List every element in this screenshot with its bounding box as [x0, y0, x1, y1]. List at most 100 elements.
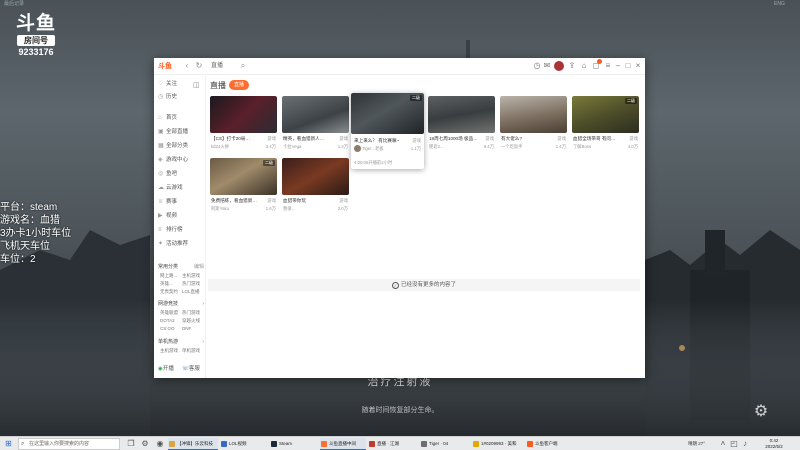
category-link[interactable]: 单机游戏 [182, 347, 200, 354]
stream-thumbnail[interactable] [428, 96, 495, 133]
settings-gear-icon[interactable]: ⚙ [140, 439, 150, 449]
category-link[interactable]: 热门游戏 [182, 309, 200, 316]
stream-thumbnail[interactable] [500, 96, 567, 133]
stream-card[interactable]: 【CS】打卡20局… 游戏 kd24火拼 3.4万 [210, 96, 277, 152]
category-link[interactable]: 主机游戏 [182, 272, 200, 279]
chrome-icon[interactable]: ◉ [155, 439, 165, 449]
user-avatar[interactable] [554, 61, 564, 71]
system-clock[interactable]: 0:42 2022/5/2 [760, 438, 788, 450]
sidebar-item-label: 鱼吧 [166, 171, 178, 177]
group-edit-link[interactable]: 编辑 [194, 263, 204, 271]
customer-service-button[interactable]: ☏客服 [182, 364, 200, 374]
taskbar-app-label: Tiger · 04 [429, 441, 449, 446]
category-link[interactable]: 热门游戏 [182, 280, 200, 287]
sidebar-item-fish-bar[interactable]: ◎ 鱼吧 [158, 169, 204, 179]
sidebar-item-home[interactable]: ⌂ 首页 [158, 113, 204, 123]
back-icon[interactable]: ‹ [182, 61, 192, 71]
volume-icon[interactable]: ♪ [740, 439, 750, 449]
level-tag: 二级 [410, 95, 422, 101]
stream-category: 游戏 [557, 136, 566, 141]
stream-card[interactable]: 有大佬么? 游戏 一个吃饭手 1.4万 [500, 96, 567, 152]
taskbar-app[interactable]: 直播 · 江湖 [368, 438, 416, 450]
task-view-icon[interactable]: ❐ [126, 439, 136, 449]
close-icon[interactable]: × [633, 61, 643, 71]
group-more-link[interactable]: › [202, 338, 204, 346]
heat-count: 9.4万 [483, 144, 494, 149]
taskbar-app[interactable]: LOL视频 [220, 438, 268, 450]
sidebar-item-esports[interactable]: ♕ 赛事 [158, 197, 204, 207]
sidebar-item-follow[interactable]: ♡ 关注 [158, 79, 204, 89]
sidebar-item-label: 游戏中心 [166, 157, 189, 163]
message-icon[interactable]: ✉ [542, 61, 552, 71]
taskbar-app[interactable]: Tiger · 04 [420, 438, 468, 450]
taskbar-search-input[interactable]: ⌕ 在这里输入你要搜索的内容 [18, 438, 120, 450]
gear-icon[interactable]: ⚙ [752, 403, 770, 421]
end-of-list-notice: ✓ 已经没有更多的内容了 [208, 279, 640, 291]
stream-card[interactable]: 二级 免费陪练，看血猎新… 游戏 阿斯Yaku 1.6万 [210, 158, 277, 214]
stream-card-hovered[interactable]: 二级 来上来么？ 有比赛嘛~ 游戏 Tiger...老板 1.1万 4:00:0… [351, 93, 424, 169]
sidebar-item-events[interactable]: ✦ 活动推荐 [158, 239, 204, 249]
sidebar-item-ranking[interactable]: ≡ 排行榜 [158, 225, 204, 235]
settings-icon[interactable]: ≡ [603, 61, 613, 71]
title-bar: 斗鱼 ‹ ↻ 直播 ⌕ ◷ ✉ ⇪ ⌂ ◻ ≡ – □ × [154, 58, 645, 75]
minimize-icon[interactable]: – [613, 61, 623, 71]
live-filter-pill[interactable]: 直播 [229, 80, 249, 90]
maximize-icon[interactable]: □ [623, 61, 633, 71]
search-icon[interactable]: ⌕ [238, 61, 248, 71]
stream-card[interactable]: 血猎带你玩 游戏 我很... 2.0万 [282, 158, 349, 214]
overlay-line-game: 游戏名：血猎 [0, 215, 60, 226]
category-link[interactable]: 英雄联盟 [160, 309, 178, 316]
sidebar-item-game-center[interactable]: ◈ 游戏中心 [158, 155, 204, 165]
taskbar-app[interactable]: Steam [270, 438, 318, 450]
anchor-avatar[interactable] [354, 145, 361, 152]
category-link[interactable]: LOL直播 [182, 288, 200, 295]
network-icon[interactable]: ◰ [729, 439, 739, 449]
category-link[interactable]: 穿越火线 [182, 317, 200, 324]
category-link[interactable]: 无畏契约 [160, 288, 178, 295]
stream-thumbnail[interactable] [210, 96, 277, 133]
taskbar-app[interactable]: 斗鱼直播中间 [320, 438, 366, 450]
douyu-client-window: 斗鱼 ‹ ↻ 直播 ⌕ ◷ ✉ ⇪ ⌂ ◻ ≡ – □ × ◫ ♡ 关注 ◷ 历史 … [154, 58, 645, 378]
stream-card[interactable]: 18周七周1000场 极品… 游戏 肥皂2... 9.4万 [428, 96, 495, 152]
category-link[interactable]: 英雄... [160, 280, 173, 287]
category-link[interactable]: 主机游戏 [160, 347, 178, 354]
gift-icon[interactable]: ⌂ [579, 61, 589, 71]
group-more-link[interactable]: › [202, 300, 204, 308]
sidebar-item-video[interactable]: ▶ 视频 [158, 211, 204, 221]
clock-icon[interactable]: ◷ [532, 61, 542, 71]
taskbar-app[interactable]: 斗鱼客户端 [526, 438, 572, 450]
steam-icon [271, 441, 277, 447]
category-link[interactable]: CS:GO [160, 325, 175, 332]
category-link[interactable]: 网上路... [160, 272, 177, 279]
sidebar-item-history[interactable]: ◷ 历史 [158, 92, 204, 102]
category-link[interactable]: DNF [182, 325, 191, 332]
sidebar-item-all-live[interactable]: ▣ 全部直播 [158, 127, 204, 137]
group-title: 常用分类 [158, 264, 179, 270]
heat-count: 1.4万 [555, 144, 566, 149]
taskbar-app-label: 1#0209993 · 美和 [481, 441, 517, 446]
stream-thumbnail[interactable] [282, 96, 349, 133]
clock-date: 2022/5/2 [765, 444, 783, 449]
stream-card[interactable]: 精英，看血猎新人… 游戏 卡拉Vega 1.3万 [282, 96, 349, 152]
taskbar-app[interactable]: 1#0209993 · 美和 [472, 438, 524, 450]
stream-title: 【CS】打卡20局… [211, 136, 251, 141]
category-link[interactable]: DOTA2 [160, 317, 175, 324]
anchor-name: 我很... [283, 206, 296, 211]
app-icon [169, 441, 175, 447]
start-stream-button[interactable]: ◉开播 [158, 364, 174, 374]
refresh-icon[interactable]: ↻ [194, 61, 204, 71]
stream-thumbnail[interactable] [282, 158, 349, 195]
play-icon: ▶ [158, 213, 163, 219]
windows-start-icon[interactable]: ⊞ [5, 440, 13, 448]
upload-icon[interactable]: ⇪ [567, 61, 577, 71]
app-logo[interactable]: 斗鱼 [158, 62, 172, 72]
chevron-up-icon[interactable]: ˄ [718, 439, 728, 449]
taskbar-app[interactable]: 【冲锋】乐云科技 [168, 438, 218, 450]
item-description-caption: 随着时间恢复部分生命。 [361, 407, 439, 414]
sidebar-item-cloud-game[interactable]: ☁ 云游戏 [158, 183, 204, 193]
douyu-watermark-logo: 斗鱼 房间号 9233176 [14, 12, 58, 57]
stream-card[interactable]: 二级 血猎全场带哥 有问… 游戏 了解Boss 4.0万 [572, 96, 639, 152]
ranking-icon: ≡ [158, 227, 162, 233]
weather-tray[interactable]: 晴朗 27° [688, 439, 705, 449]
sidebar-item-categories[interactable]: ▦ 全部分类 [158, 141, 204, 151]
